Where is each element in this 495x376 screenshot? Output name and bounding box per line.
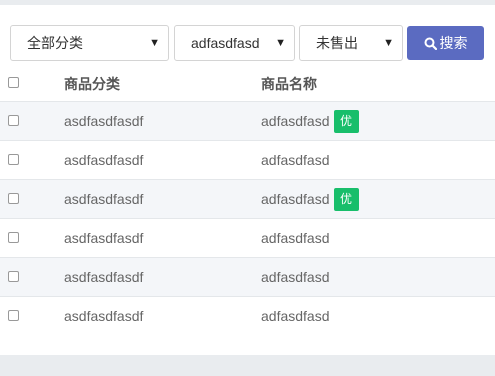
- name-cell: adfasdfasd: [261, 219, 330, 257]
- chevron-down-icon: ▼: [149, 37, 160, 49]
- category-cell: asdfasdfasdf: [64, 308, 144, 324]
- row-checkbox[interactable]: [8, 193, 19, 204]
- product-name: adfasdfasd: [261, 230, 330, 246]
- row-checkbox[interactable]: [8, 232, 19, 243]
- category-cell: asdfasdfasdf: [64, 191, 144, 207]
- chevron-down-icon: ▼: [383, 37, 394, 49]
- table-row[interactable]: asdfasdfasdf adfasdfasd: [0, 296, 495, 335]
- search-button[interactable]: 搜索: [407, 26, 484, 60]
- name-cell: adfasdfasd 优: [261, 180, 359, 218]
- quality-badge: 优: [333, 187, 359, 211]
- chevron-down-icon: ▼: [275, 37, 286, 49]
- category-select[interactable]: 全部分类 ▼: [10, 25, 169, 61]
- row-checkbox[interactable]: [8, 310, 19, 321]
- table-header: 商品分类 商品名称: [0, 67, 495, 101]
- status-select-value: 未售出: [316, 35, 358, 51]
- product-name: adfasdfasd: [261, 269, 330, 285]
- product-name: adfasdfasd: [261, 152, 330, 168]
- table-row[interactable]: asdfasdfasdf adfasdfasd 优: [0, 101, 495, 140]
- name-cell: adfasdfasd: [261, 258, 330, 296]
- row-checkbox[interactable]: [8, 154, 19, 165]
- status-select[interactable]: 未售出 ▼: [299, 25, 403, 61]
- product-name: adfasdfasd: [261, 308, 330, 324]
- table-row[interactable]: asdfasdfasdf adfasdfasd: [0, 140, 495, 179]
- product-panel: 全部分类 ▼ adfasdfasd ▼ 未售出 ▼ 搜索 商品分类 商品名称 a…: [0, 5, 495, 355]
- search-button-label: 搜索: [439, 35, 468, 51]
- product-name: adfasdfasd: [261, 191, 330, 207]
- category-cell: asdfasdfasdf: [64, 152, 144, 168]
- table-row[interactable]: asdfasdfasdf adfasdfasd: [0, 218, 495, 257]
- quality-badge: 优: [333, 109, 359, 133]
- category-cell: asdfasdfasdf: [64, 230, 144, 246]
- name-cell: adfasdfasd 优: [261, 102, 359, 140]
- table-row[interactable]: asdfasdfasdf adfasdfasd: [0, 257, 495, 296]
- category-cell: asdfasdfasdf: [64, 269, 144, 285]
- column-header-category: 商品分类: [64, 76, 120, 92]
- name-cell: adfasdfasd: [261, 141, 330, 179]
- search-icon: [424, 37, 437, 51]
- product-name: adfasdfasd: [261, 113, 330, 129]
- row-checkbox[interactable]: [8, 115, 19, 126]
- category-select-value: 全部分类: [27, 35, 83, 51]
- row-checkbox[interactable]: [8, 271, 19, 282]
- category-cell: asdfasdfasdf: [64, 113, 144, 129]
- product-select[interactable]: adfasdfasd ▼: [174, 25, 295, 61]
- product-select-value: adfasdfasd: [191, 35, 260, 51]
- name-cell: adfasdfasd: [261, 297, 330, 335]
- select-all-checkbox[interactable]: [8, 77, 19, 88]
- table-row[interactable]: asdfasdfasdf adfasdfasd 优: [0, 179, 495, 218]
- column-header-name: 商品名称: [261, 76, 317, 92]
